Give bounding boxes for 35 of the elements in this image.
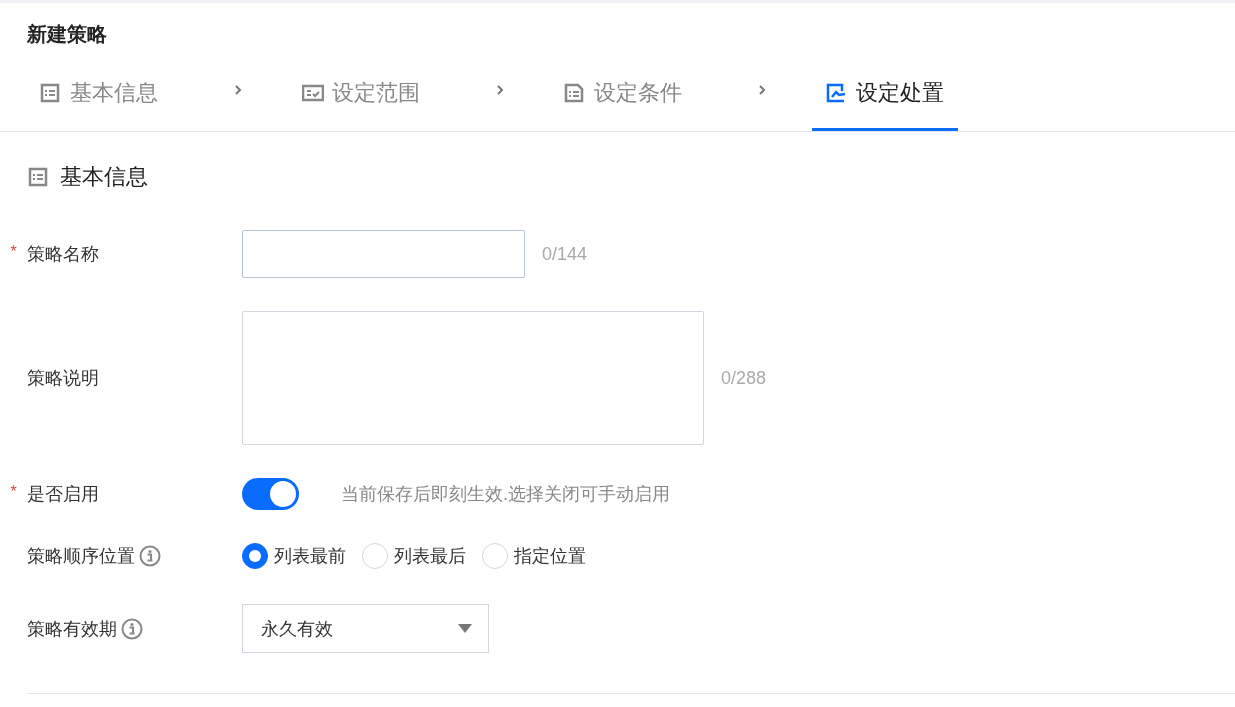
- chevron-icon: [494, 84, 506, 96]
- step-tab[interactable]: 设定处置: [812, 55, 958, 131]
- edit-icon: [826, 83, 848, 103]
- char-counter: 0/288: [721, 367, 767, 389]
- textarea-field[interactable]: [242, 311, 704, 445]
- chevron-icon: [756, 84, 768, 96]
- field-label: 策略顺序位置: [27, 545, 135, 568]
- step-tab[interactable]: 设定条件: [550, 55, 696, 131]
- hint-text: 当前保存后即刻生效.选择关闭可手动启用: [341, 483, 670, 506]
- radio-option[interactable]: 指定位置: [482, 543, 586, 569]
- select-field[interactable]: 永久有效: [242, 604, 489, 653]
- info-icon[interactable]: [139, 545, 161, 567]
- list-icon: [40, 83, 62, 103]
- radio-button[interactable]: [242, 543, 268, 569]
- input-field[interactable]: [242, 230, 525, 278]
- list-icon: [564, 83, 586, 103]
- page-title: 新建策略: [26, 22, 108, 47]
- radio-option[interactable]: 列表最后: [362, 543, 466, 569]
- section-title: 基本信息: [60, 163, 148, 191]
- list-icon: [28, 167, 50, 187]
- radio-option[interactable]: 列表最前: [242, 543, 346, 569]
- toggle-switch[interactable]: [242, 478, 299, 510]
- char-counter: 0/144: [542, 243, 588, 265]
- required-mark: *: [10, 483, 17, 500]
- caret-icon: [458, 624, 472, 633]
- checklist-icon: [302, 83, 324, 103]
- required-mark: *: [10, 243, 17, 260]
- info-icon[interactable]: [121, 617, 143, 640]
- field-label: 策略名称: [27, 243, 99, 266]
- chevron-icon: [232, 84, 244, 96]
- step-tab[interactable]: 基本信息: [26, 55, 172, 131]
- step-tab[interactable]: 设定范围: [288, 55, 434, 131]
- field-label: 策略有效期: [27, 617, 117, 641]
- field-label: 是否启用: [27, 483, 99, 506]
- field-label: 策略说明: [27, 367, 99, 390]
